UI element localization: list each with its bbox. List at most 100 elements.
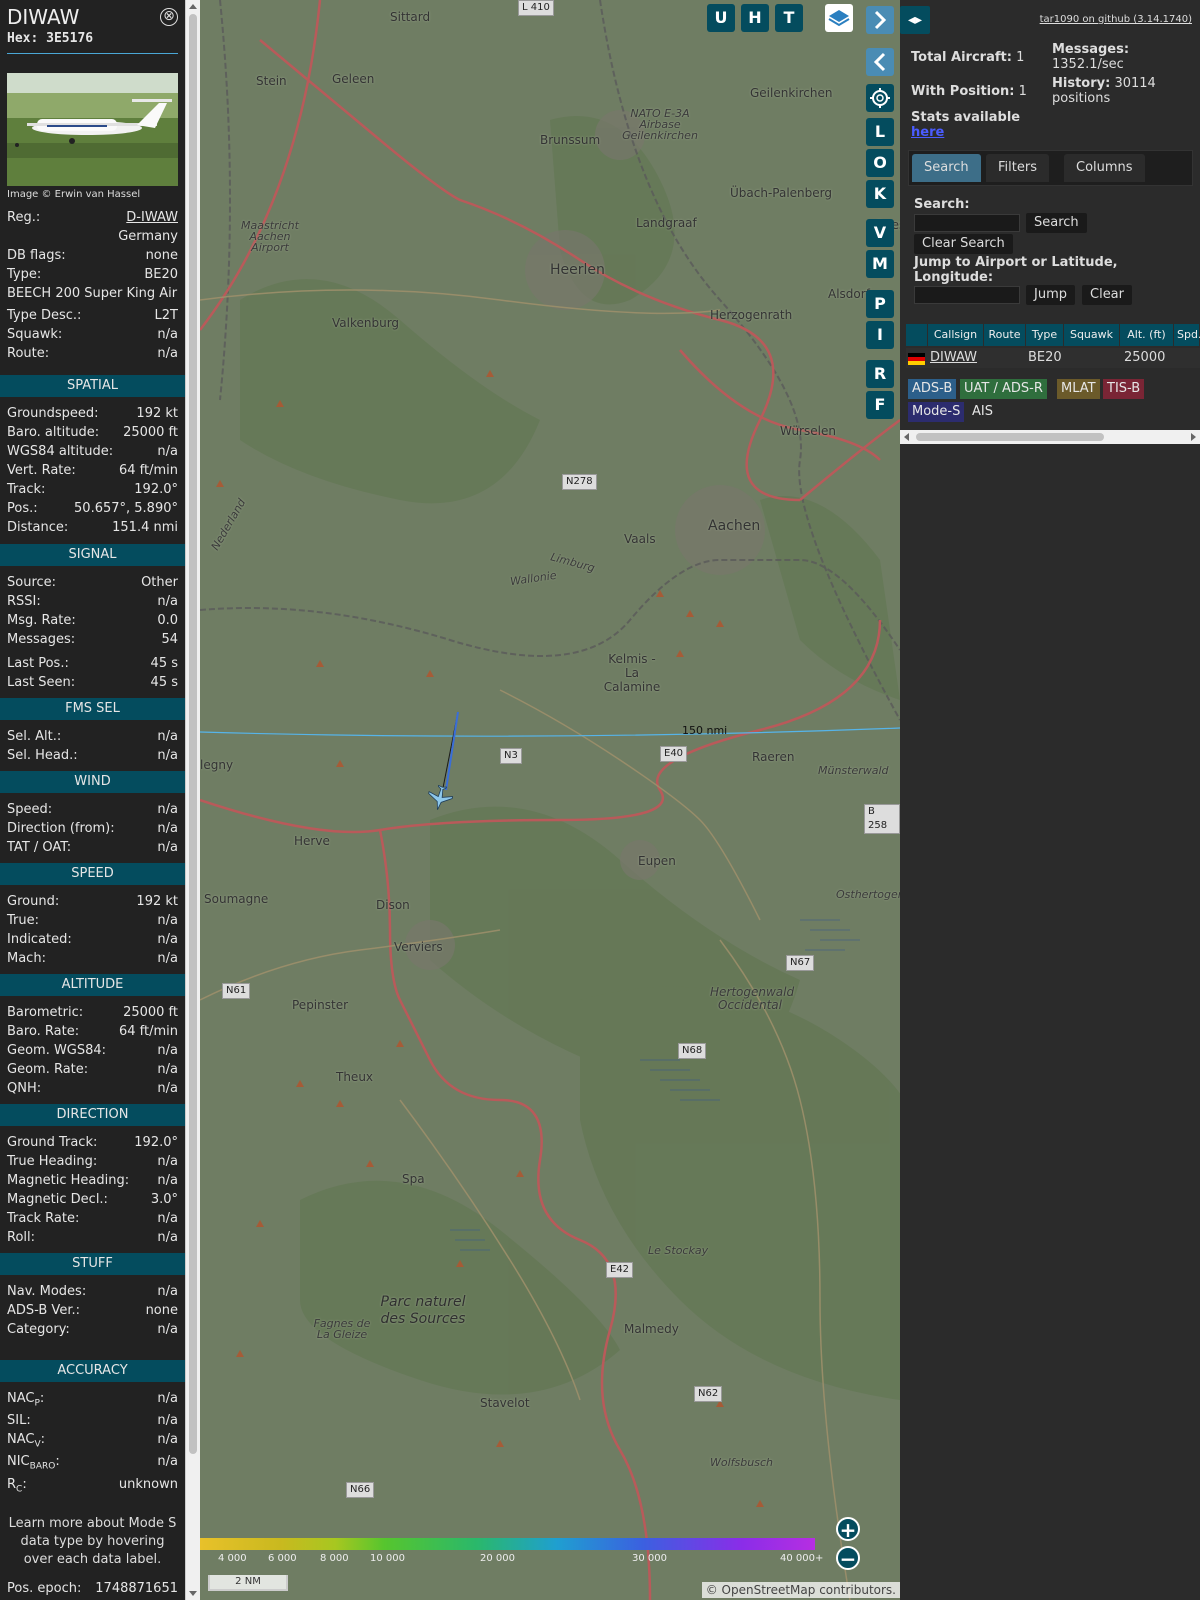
tab-columns[interactable]: Columns	[1064, 154, 1145, 182]
row-track-rate: Track Rate: n/a	[7, 1211, 178, 1226]
map-button-m[interactable]: M	[866, 250, 894, 278]
row-country: Germany	[118, 229, 178, 244]
map-button-o[interactable]: O	[866, 149, 894, 177]
map-label-wurselen: Würselen	[780, 424, 836, 438]
legend-tisb: TIS-B	[1103, 379, 1145, 399]
tab-search[interactable]: Search	[912, 154, 981, 182]
row-msg-rate: Msg. Rate: 0.0	[7, 613, 178, 628]
map-background	[200, 0, 900, 1600]
collapse-panel-icon[interactable]	[866, 48, 894, 76]
map-attribution: © OpenStreetMap contributors.	[701, 1582, 900, 1598]
osm-link[interactable]: OpenStreetMap	[722, 1583, 816, 1597]
scroll-left-icon[interactable]	[904, 433, 909, 441]
map-button-p[interactable]: P	[866, 290, 894, 318]
table-header-speed[interactable]: Spd.	[1174, 324, 1200, 346]
map-button-h[interactable]: H	[741, 4, 769, 32]
legend-adsb: ADS-B	[908, 379, 957, 399]
expand-panel-icon[interactable]	[866, 6, 894, 34]
aircraft-marker[interactable]	[426, 784, 454, 812]
table-header-squawk[interactable]: Squawk	[1064, 324, 1120, 346]
close-icon[interactable]: ⊗	[160, 8, 178, 26]
row-messages: Messages: 54	[7, 632, 178, 647]
search-button[interactable]: Search	[1026, 213, 1087, 233]
map-label-ubach-palenberg: Übach-Palenberg	[730, 186, 832, 200]
row-nacp: NACP: n/a	[7, 1391, 178, 1409]
colorbar-label-20000: 20 000	[480, 1553, 515, 1564]
germany-flag-icon	[906, 348, 928, 368]
road-badge-l410: L 410	[518, 0, 554, 16]
row-callsign[interactable]: DIWAW	[928, 348, 984, 368]
registration-link[interactable]: D-IWAW	[126, 210, 178, 225]
jump-input[interactable]	[914, 286, 1020, 304]
map-label-eupen: Eupen	[638, 854, 676, 868]
aircraft-title: DIWAW	[7, 5, 80, 29]
map-label-nato-airbase: NATO E-3A Airbase Geilenkirchen	[622, 107, 698, 142]
map-label-vaals: Vaals	[624, 532, 656, 546]
road-badge-b258: B 258	[864, 804, 900, 834]
messages-rate: Messages: 1352.1/sec	[1052, 42, 1130, 72]
horizontal-scrollbar-thumb[interactable]	[916, 433, 1104, 441]
jump-button[interactable]: Jump	[1026, 285, 1075, 305]
map-button-v[interactable]: V	[866, 219, 894, 247]
map-label-parc-naturel: Parc naturel des Sources	[380, 1294, 466, 1327]
zoom-in-button[interactable]: +	[836, 1517, 860, 1541]
map-canvas[interactable]: Sittard Stein Geleen Brunssum Geilenkirc…	[200, 0, 900, 1600]
table-header-altitude[interactable]: Alt. (ft)	[1120, 324, 1174, 346]
clear-jump-button[interactable]: Clear	[1082, 285, 1132, 305]
mode-s-help-note: Learn more about Mode S data type by hov…	[8, 1516, 177, 1567]
stats-here-link[interactable]: here	[911, 125, 944, 140]
altitude-color-legend	[200, 1538, 815, 1550]
map-button-l[interactable]: L	[866, 118, 894, 146]
section-wind: WIND	[0, 771, 185, 793]
row-speed-ground: Ground: 192 kt	[7, 894, 178, 909]
map-button-k[interactable]: K	[866, 180, 894, 208]
map-label-stavelot: Stavelot	[480, 1396, 530, 1410]
row-groundspeed: Groundspeed: 192 kt	[7, 406, 178, 421]
map-label-munsterwald: Münsterwald	[818, 764, 889, 777]
map-button-r[interactable]: R	[866, 360, 894, 388]
scroll-down-icon[interactable]	[189, 1591, 197, 1596]
map-button-i[interactable]: I	[866, 321, 894, 349]
table-header-route[interactable]: Route	[984, 324, 1026, 346]
map-label-dison: Dison	[376, 898, 410, 912]
row-type: Type: BE20	[7, 267, 178, 282]
section-stuff: STUFF	[0, 1253, 185, 1275]
scrollbar-thumb[interactable]	[189, 14, 197, 1454]
settings-gear-icon[interactable]	[866, 84, 894, 112]
map-label-landgraaf: Landgraaf	[636, 216, 697, 230]
tab-filters[interactable]: Filters	[986, 154, 1049, 182]
row-roll: Roll: n/a	[7, 1230, 178, 1245]
row-nacv: NACV: n/a	[7, 1432, 178, 1450]
layers-icon[interactable]	[825, 4, 853, 32]
map-button-t[interactable]: T	[775, 4, 803, 32]
legend-uat-adsr: UAT / ADS-R	[960, 379, 1047, 399]
map-label-geleen: Geleen	[332, 72, 375, 86]
map-label-stein: Stein	[256, 74, 287, 88]
clear-search-button[interactable]: Clear Search	[914, 234, 1013, 254]
github-link[interactable]: tar1090 on github (3.14.1740)	[1040, 14, 1192, 25]
row-source: Source: Other	[7, 575, 178, 590]
history-positions: History: 30114 positions	[1052, 76, 1156, 106]
search-input[interactable]	[914, 214, 1020, 232]
map-label-sittard: Sittard	[390, 10, 431, 24]
row-last-pos: Last Pos.: 45 s	[7, 656, 178, 671]
map-label-geilenkirchen: Geilenkirchen	[750, 86, 833, 100]
aircraft-list-panel: ◂▸ tar1090 on github (3.14.1740) Total A…	[900, 0, 1200, 1600]
aircraft-photo[interactable]	[7, 73, 178, 186]
table-horizontal-scrollbar[interactable]	[900, 430, 1200, 444]
map-button-f[interactable]: F	[866, 391, 894, 419]
section-signal: SIGNAL	[0, 544, 185, 566]
row-wgs84-alt: WGS84 altitude: n/a	[7, 444, 178, 459]
total-aircraft: Total Aircraft: 1	[911, 50, 1025, 65]
gear-icon	[870, 88, 890, 108]
row-alt-qnh: QNH: n/a	[7, 1081, 178, 1096]
sidebar-scrollbar[interactable]	[185, 0, 200, 1600]
row-sil: SIL: n/a	[7, 1413, 178, 1428]
table-header-type[interactable]: Type	[1026, 324, 1064, 346]
toggle-sidebar-icon[interactable]: ◂▸	[900, 6, 930, 34]
scroll-right-icon[interactable]	[1191, 433, 1196, 441]
scroll-up-icon[interactable]	[189, 4, 197, 9]
table-header-callsign[interactable]: Callsign	[928, 324, 984, 346]
map-button-u[interactable]: U	[707, 4, 735, 32]
zoom-out-button[interactable]: −	[836, 1546, 860, 1570]
